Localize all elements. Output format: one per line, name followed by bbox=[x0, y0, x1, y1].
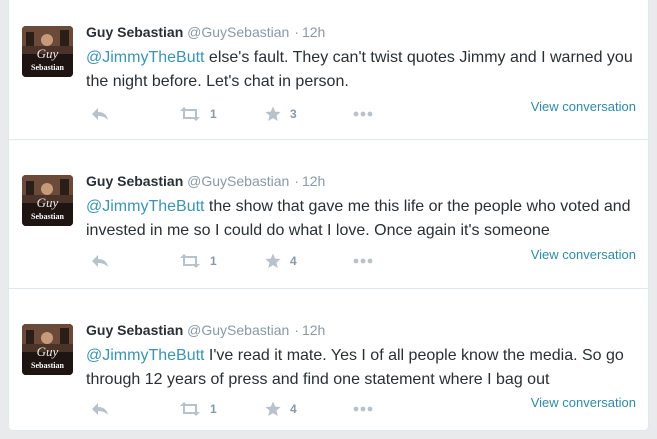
avatar-text-2: Sebastian bbox=[31, 361, 64, 370]
retweet-count: 1 bbox=[210, 402, 217, 416]
tweet[interactable]: Guy Sebastian Guy Sebastian @GuySebastia… bbox=[9, 0, 648, 140]
tweet-header: Guy Sebastian @GuySebastian · 12h bbox=[86, 23, 325, 41]
retweet-icon bbox=[180, 107, 200, 121]
fullname[interactable]: Guy Sebastian bbox=[86, 173, 183, 189]
tweet-text: @JimmyTheButt the show that gave me this… bbox=[86, 195, 641, 243]
retweet-count: 1 bbox=[210, 107, 217, 121]
retweet-button[interactable]: 1 bbox=[179, 104, 217, 124]
star-icon bbox=[265, 106, 281, 121]
favorite-count: 4 bbox=[290, 402, 297, 416]
avatar[interactable]: Guy Sebastian bbox=[22, 175, 73, 226]
favorite-count: 3 bbox=[290, 107, 297, 121]
tweet-text: @JimmyTheButt I've read it mate. Yes I o… bbox=[86, 344, 641, 392]
avatar-text-2: Sebastian bbox=[31, 212, 64, 221]
retweet-button[interactable]: 1 bbox=[179, 251, 217, 271]
tweet-header: Guy Sebastian @GuySebastian · 12h bbox=[86, 172, 325, 190]
separator: · bbox=[294, 24, 299, 40]
username[interactable]: @GuySebastian bbox=[187, 173, 289, 189]
more-icon bbox=[353, 258, 373, 264]
view-conversation-link[interactable]: View conversation bbox=[531, 99, 636, 114]
avatar-text-1: Guy bbox=[37, 46, 59, 61]
more-icon bbox=[353, 406, 373, 412]
timestamp[interactable]: 12h bbox=[302, 24, 325, 40]
tweet-text: @JimmyTheButt else's fault. They can't t… bbox=[86, 46, 641, 94]
retweet-icon bbox=[180, 402, 200, 416]
favorite-count: 4 bbox=[290, 254, 297, 268]
star-icon bbox=[265, 253, 281, 268]
timeline: Guy Sebastian Guy Sebastian @GuySebastia… bbox=[8, 0, 649, 431]
fullname[interactable]: Guy Sebastian bbox=[86, 24, 183, 40]
reply-icon bbox=[92, 108, 108, 120]
tweet-header: Guy Sebastian @GuySebastian · 12h bbox=[86, 321, 325, 339]
view-conversation-link[interactable]: View conversation bbox=[531, 247, 636, 262]
more-icon bbox=[353, 111, 373, 117]
star-icon bbox=[265, 401, 281, 416]
separator: · bbox=[294, 322, 299, 338]
username[interactable]: @GuySebastian bbox=[187, 24, 289, 40]
favorite-button[interactable]: 3 bbox=[265, 104, 297, 124]
fullname[interactable]: Guy Sebastian bbox=[86, 322, 183, 338]
reply-button[interactable] bbox=[91, 399, 109, 419]
tweet-actions: 1 4 bbox=[91, 399, 391, 419]
avatar-text-1: Guy bbox=[37, 344, 59, 359]
more-button[interactable] bbox=[353, 251, 373, 271]
reply-button[interactable] bbox=[91, 104, 109, 124]
retweet-count: 1 bbox=[210, 254, 217, 268]
avatar-text-1: Guy bbox=[37, 195, 59, 210]
reply-icon bbox=[92, 403, 108, 415]
timestamp[interactable]: 12h bbox=[302, 322, 325, 338]
more-button[interactable] bbox=[353, 104, 373, 124]
timestamp[interactable]: 12h bbox=[302, 173, 325, 189]
reply-button[interactable] bbox=[91, 251, 109, 271]
tweet-actions: 1 4 bbox=[91, 251, 391, 271]
favorite-button[interactable]: 4 bbox=[265, 251, 297, 271]
reply-icon bbox=[92, 255, 108, 267]
view-conversation-link[interactable]: View conversation bbox=[531, 395, 636, 410]
mention-link[interactable]: @JimmyTheButt bbox=[86, 49, 204, 66]
avatar[interactable]: Guy Sebastian bbox=[22, 324, 73, 375]
username[interactable]: @GuySebastian bbox=[187, 322, 289, 338]
avatar-text-2: Sebastian bbox=[31, 63, 64, 72]
retweet-button[interactable]: 1 bbox=[179, 399, 217, 419]
favorite-button[interactable]: 4 bbox=[265, 399, 297, 419]
separator: · bbox=[294, 173, 299, 189]
more-button[interactable] bbox=[353, 399, 373, 419]
tweet[interactable]: Guy Sebastian Guy Sebastian @GuySebastia… bbox=[9, 140, 648, 289]
mention-link[interactable]: @JimmyTheButt bbox=[86, 198, 204, 215]
avatar[interactable]: Guy Sebastian bbox=[22, 26, 73, 77]
retweet-icon bbox=[180, 254, 200, 268]
mention-link[interactable]: @JimmyTheButt bbox=[86, 347, 204, 364]
tweet-actions: 1 3 bbox=[91, 104, 391, 124]
